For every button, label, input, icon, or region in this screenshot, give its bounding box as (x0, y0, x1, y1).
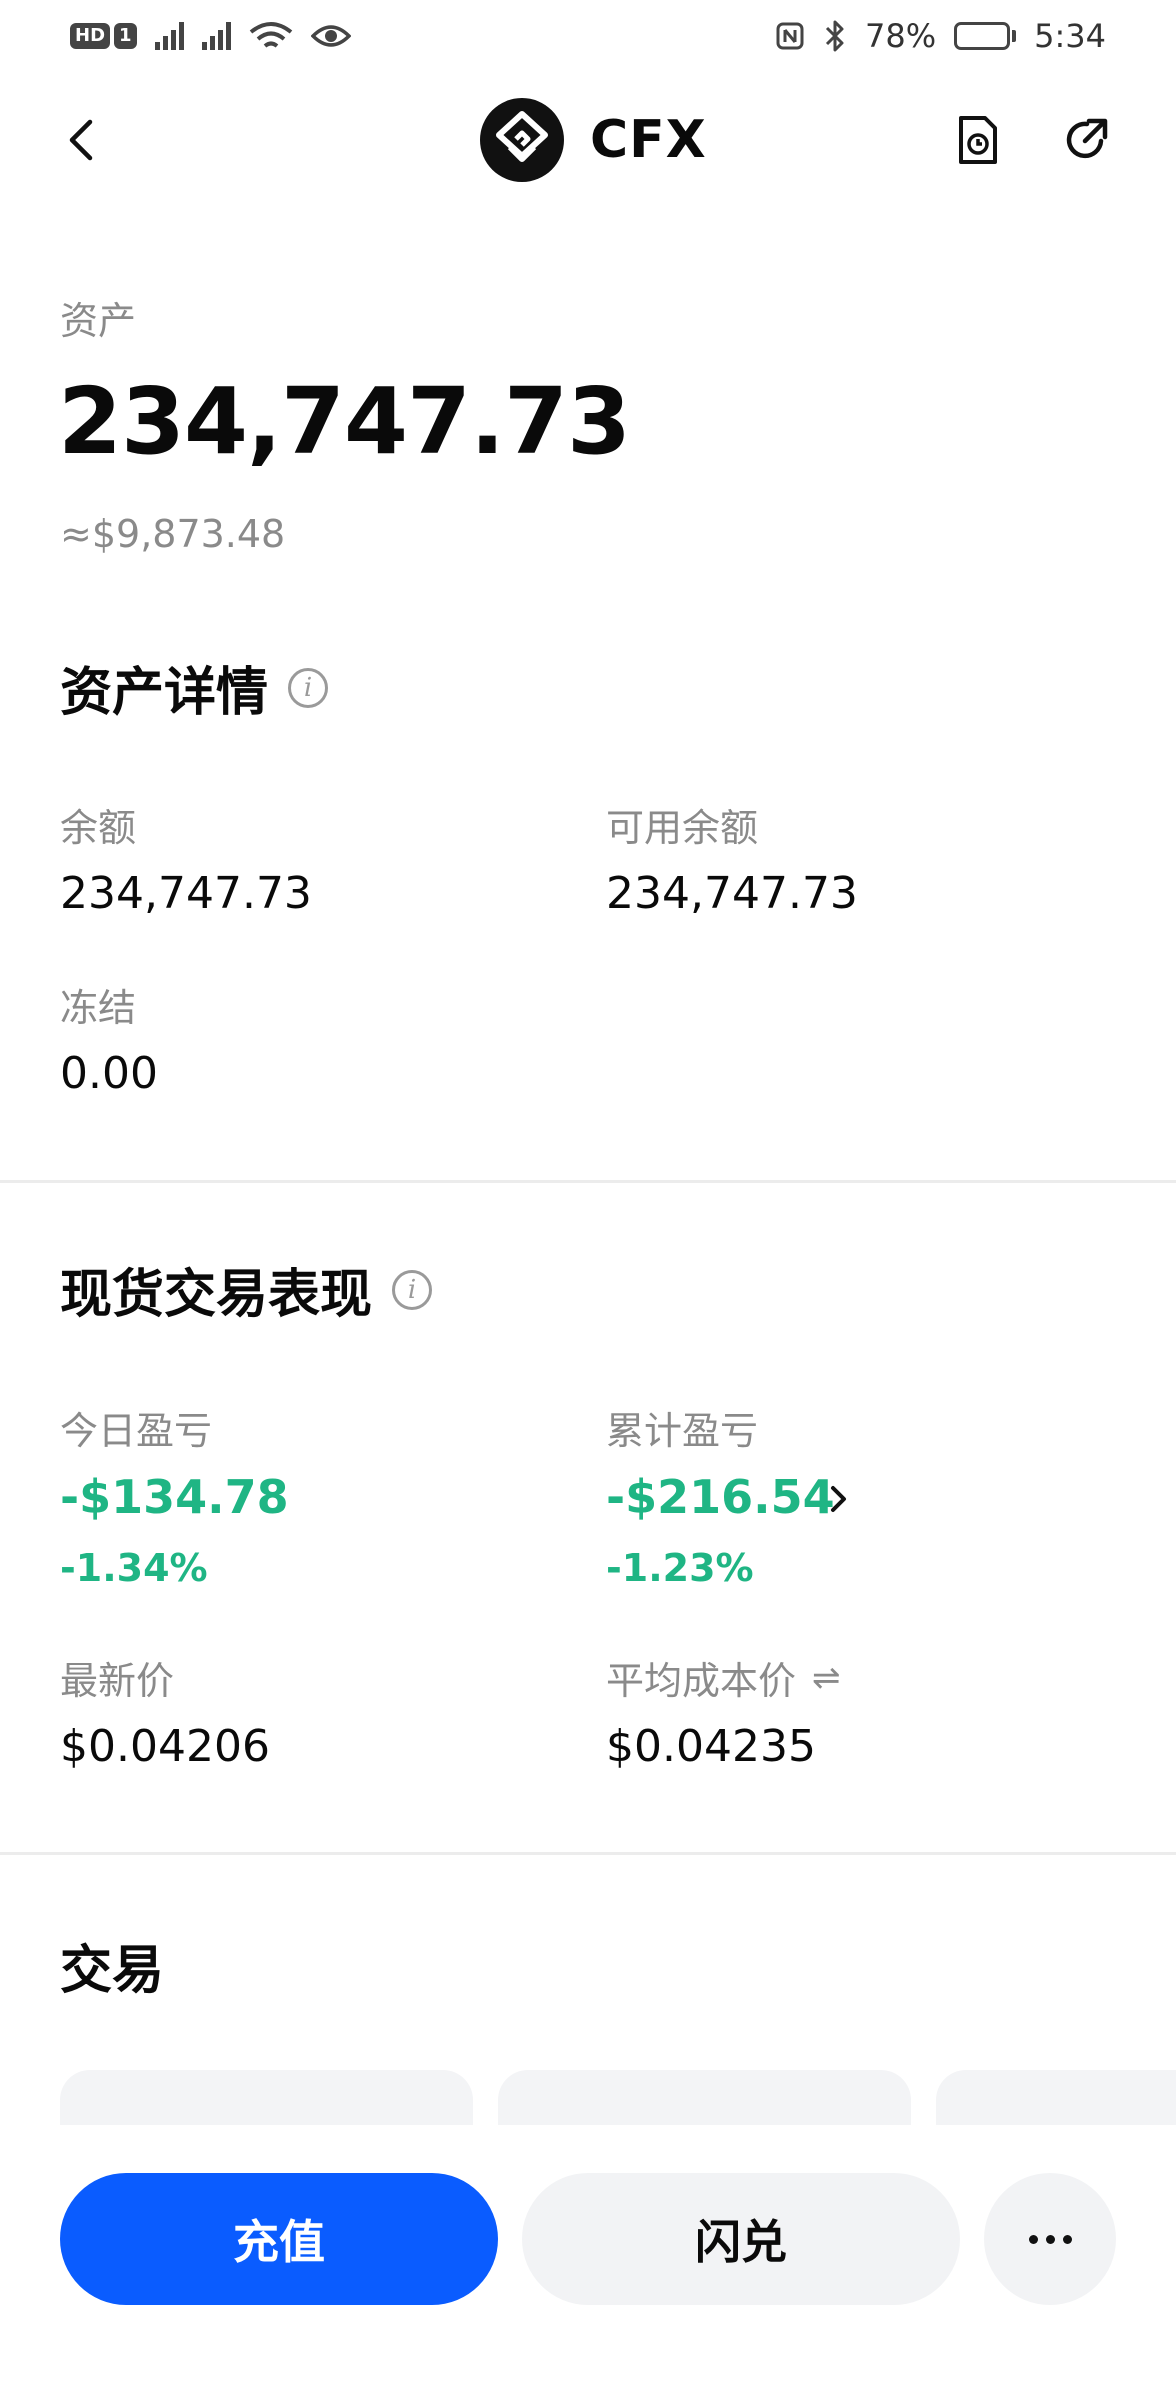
balance-label: 余额 (60, 806, 137, 850)
today-pnl-percent: -1.34% (60, 1546, 208, 1590)
last-price-label: 最新价 (60, 1659, 175, 1703)
bluetooth-icon (825, 20, 844, 52)
history-button[interactable] (946, 108, 1010, 172)
frozen-label: 冻结 (60, 986, 137, 1030)
status-bar: HD 1 78% 5:34 (0, 0, 1176, 72)
frozen-value: 0.00 (60, 1048, 158, 1099)
available-balance-value: 234,747.73 (606, 868, 858, 919)
balance-value: 234,747.73 (60, 868, 312, 919)
section-divider (0, 1180, 1176, 1183)
trade-header: 交易 (60, 1928, 164, 2003)
chevron-right-icon[interactable] (823, 1484, 853, 1514)
share-button[interactable] (1054, 108, 1118, 172)
today-pnl-value: -$134.78 (60, 1470, 289, 1524)
more-icon (1028, 2234, 1072, 2244)
spot-performance-title: 现货交易表现 (60, 1265, 373, 1325)
nfc-icon (776, 22, 804, 50)
header-title-group: CFX (480, 96, 707, 184)
today-pnl-label: 今日盈亏 (60, 1409, 213, 1453)
avg-cost-value: $0.04235 (606, 1721, 816, 1772)
signal-icon-2 (201, 22, 231, 50)
sim-label: 1 (114, 23, 137, 49)
header: CFX (0, 72, 1176, 208)
chevron-left-icon (69, 119, 93, 161)
clock: 5:34 (1034, 17, 1106, 55)
total-pnl-percent: -1.23% (606, 1546, 754, 1590)
avg-cost-label: 平均成本价 (606, 1659, 797, 1703)
back-button[interactable] (50, 108, 114, 172)
status-bar-right: 78% 5:34 (775, 17, 1106, 55)
trade-title: 交易 (60, 1941, 165, 2001)
avg-cost-label-group[interactable]: 平均成本价 ⇌ (606, 1650, 841, 1705)
wifi-icon (249, 22, 292, 48)
share-icon (1066, 118, 1108, 159)
more-button[interactable] (984, 2173, 1116, 2305)
convert-button[interactable]: 闪兑 (522, 2173, 960, 2305)
battery-percent: 78% (865, 17, 937, 55)
bottom-action-bar: 充值 闪兑 (0, 2125, 1176, 2400)
asset-total-value: 234,747.73 (58, 368, 631, 475)
available-balance-label: 可用余额 (606, 806, 759, 850)
history-icon (959, 116, 997, 164)
status-bar-left: HD 1 (70, 20, 351, 52)
info-icon[interactable]: i (288, 667, 329, 708)
hd-indicator: HD 1 (70, 23, 137, 49)
trade-card[interactable] (60, 2070, 473, 2130)
asset-details-title: 资产详情 (60, 663, 269, 723)
cfx-logo-icon (480, 98, 564, 182)
total-pnl-value[interactable]: -$216.54 (606, 1470, 835, 1524)
eye-icon (310, 25, 351, 47)
signal-icon (154, 22, 184, 50)
total-pnl-label: 累计盈亏 (606, 1409, 759, 1453)
page-title: CFX (590, 110, 707, 170)
section-divider (0, 1852, 1176, 1855)
asset-detail-page: HD 1 78% 5:34 CFX 资产 234,747.73 ≈$9,873.… (0, 0, 1176, 2400)
asset-usd-value: ≈$9,873.48 (60, 512, 286, 556)
asset-details-header: 资产详情 i (60, 650, 329, 725)
spot-performance-header: 现货交易表现 i (60, 1252, 433, 1327)
battery-icon (954, 22, 1017, 50)
swap-icon[interactable]: ⇌ (812, 1658, 841, 1698)
info-icon[interactable]: i (392, 1269, 433, 1310)
trade-card[interactable] (936, 2070, 1176, 2130)
hd-label: HD (70, 23, 111, 49)
deposit-button[interactable]: 充值 (60, 2173, 498, 2305)
trade-card[interactable] (498, 2070, 911, 2130)
asset-label: 资产 (60, 299, 137, 343)
last-price-value: $0.04206 (60, 1721, 270, 1772)
